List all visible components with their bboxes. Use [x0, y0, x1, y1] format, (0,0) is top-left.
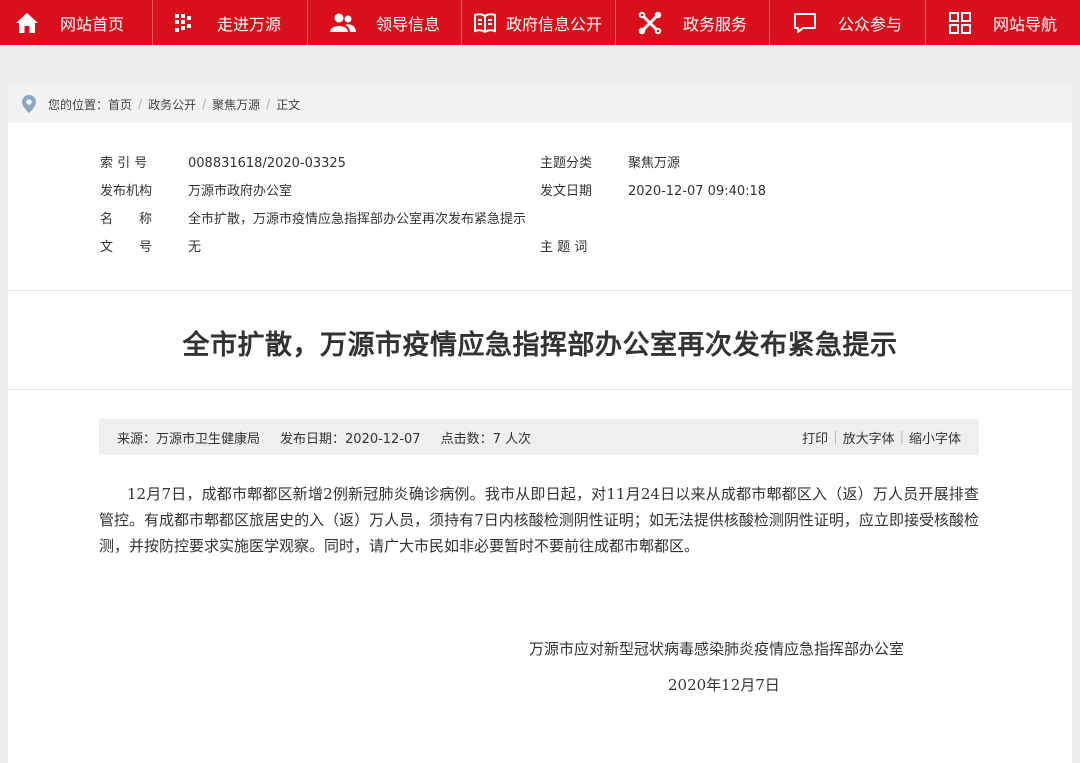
- meta-value-topic: 聚焦万源: [628, 156, 681, 171]
- meta-value-date: 2020-12-07 09:40:18: [628, 184, 767, 199]
- meta-label-index: 索 引 号: [100, 156, 148, 171]
- article-title: 全市扩散，万源市疫情应急指挥部办公室再次发布紧急提示: [182, 330, 898, 361]
- nav-item-label: 政务服务: [683, 14, 748, 34]
- breadcrumb-prefix: 您的位置：: [48, 97, 109, 112]
- nav-item-label: 网站导航: [993, 14, 1058, 34]
- meta-value-name: 全市扩散，万源市疫情应急指挥部办公室再次发布紧急提示: [188, 212, 527, 227]
- tool-separator: |: [899, 429, 904, 445]
- nav-item-about[interactable]: 走进万源: [152, 0, 307, 45]
- breadcrumb-separator: /: [202, 97, 207, 111]
- article-signature-date: 2020年12月7日: [668, 676, 780, 694]
- article-card: 索 引 号 008831618/2020-03325 主题分类 聚焦万源 发布机…: [8, 123, 1072, 763]
- meta-value-index: 008831618/2020-03325: [188, 156, 346, 171]
- breadcrumb-gov-affairs[interactable]: 政务公开: [148, 96, 196, 113]
- sitemap-icon: [947, 10, 973, 36]
- breadcrumb-current: 正文: [276, 97, 301, 112]
- breadcrumb-focus-wanyuan[interactable]: 聚焦万源: [212, 96, 260, 113]
- meta-label-date: 发文日期: [540, 184, 593, 199]
- meta-value-docno: 无: [188, 240, 202, 255]
- meta-label-keywords: 主 题 词: [540, 240, 588, 255]
- nav-item-label: 网站首页: [60, 14, 125, 34]
- meta-value-publisher: 万源市政府办公室: [188, 184, 293, 199]
- article-body: 12月7日，成都市郫都区新增2例新冠肺炎确诊病例。我市从即日起，对11月24日以…: [99, 485, 979, 555]
- nav-item-services[interactable]: 政务服务: [615, 0, 769, 45]
- tools-icon: [637, 10, 663, 36]
- home-icon: [14, 10, 40, 36]
- meta-row: 名 称 全市扩散，万源市疫情应急指挥部办公室再次发布紧急提示: [100, 213, 980, 241]
- article-info-bar: 来源：万源市卫生健康局 发布日期：2020-12-07 点击数：7 人次 打印 …: [99, 419, 979, 455]
- meta-label-topic: 主题分类: [540, 156, 593, 171]
- nav-item-label: 公众参与: [838, 14, 903, 34]
- nav-item-label: 走进万源: [217, 14, 282, 34]
- nav-item-home[interactable]: 网站首页: [0, 0, 152, 45]
- article-publish-date: 发布日期：2020-12-07: [280, 431, 421, 447]
- grid-dots-icon: [171, 10, 197, 36]
- meta-label-publisher: 发布机构: [100, 184, 153, 199]
- open-book-icon: [472, 10, 498, 36]
- nav-item-participation[interactable]: 公众参与: [769, 0, 925, 45]
- article-view-count: 点击数：7 人次: [440, 431, 531, 447]
- shrink-font-button[interactable]: 缩小字体: [909, 428, 961, 447]
- breadcrumb-home[interactable]: 首页: [108, 96, 132, 113]
- meta-row: 索 引 号 008831618/2020-03325 主题分类 聚焦万源: [100, 157, 980, 185]
- nav-item-leaders[interactable]: 领导信息: [307, 0, 461, 45]
- article-signature: 万源市应对新型冠状病毒感染肺炎疫情应急指挥部办公室: [529, 640, 905, 658]
- nav-item-sitemap[interactable]: 网站导航: [925, 0, 1080, 45]
- breadcrumb: 您的位置： 首页 / 政务公开 / 聚焦万源 / 正文: [8, 85, 1072, 123]
- meta-row: 文 号 无 主 题 词: [100, 241, 980, 269]
- nav-item-label: 政府信息公开: [506, 14, 603, 34]
- meta-value-keywords: [628, 241, 980, 269]
- breadcrumb-separator: /: [266, 97, 271, 111]
- breadcrumb-separator: /: [138, 97, 143, 111]
- people-icon: [330, 10, 356, 36]
- enlarge-font-button[interactable]: 放大字体: [843, 428, 895, 447]
- divider: [8, 389, 1072, 390]
- meta-row: 发布机构 万源市政府办公室 发文日期 2020-12-07 09:40:18: [100, 185, 980, 213]
- meta-label-docno: 文 号: [100, 240, 153, 255]
- chat-icon: [792, 10, 818, 36]
- nav-item-gov-info[interactable]: 政府信息公开: [461, 0, 615, 45]
- article-tools: 打印 | 放大字体 | 缩小字体: [802, 428, 961, 447]
- tool-separator: |: [833, 429, 838, 445]
- document-meta-table: 索 引 号 008831618/2020-03325 主题分类 聚焦万源 发布机…: [100, 157, 980, 269]
- article-source: 来源：万源市卫生健康局: [117, 431, 261, 447]
- nav-item-label: 领导信息: [376, 14, 441, 34]
- top-nav: 网站首页 走进万源 领导信息 政府信息公开 政务服务 公众参与 网站导航: [0, 0, 1080, 45]
- location-pin-icon: [22, 95, 36, 113]
- meta-label-name: 名 称: [100, 212, 153, 227]
- print-button[interactable]: 打印: [802, 428, 828, 447]
- divider: [8, 290, 1072, 291]
